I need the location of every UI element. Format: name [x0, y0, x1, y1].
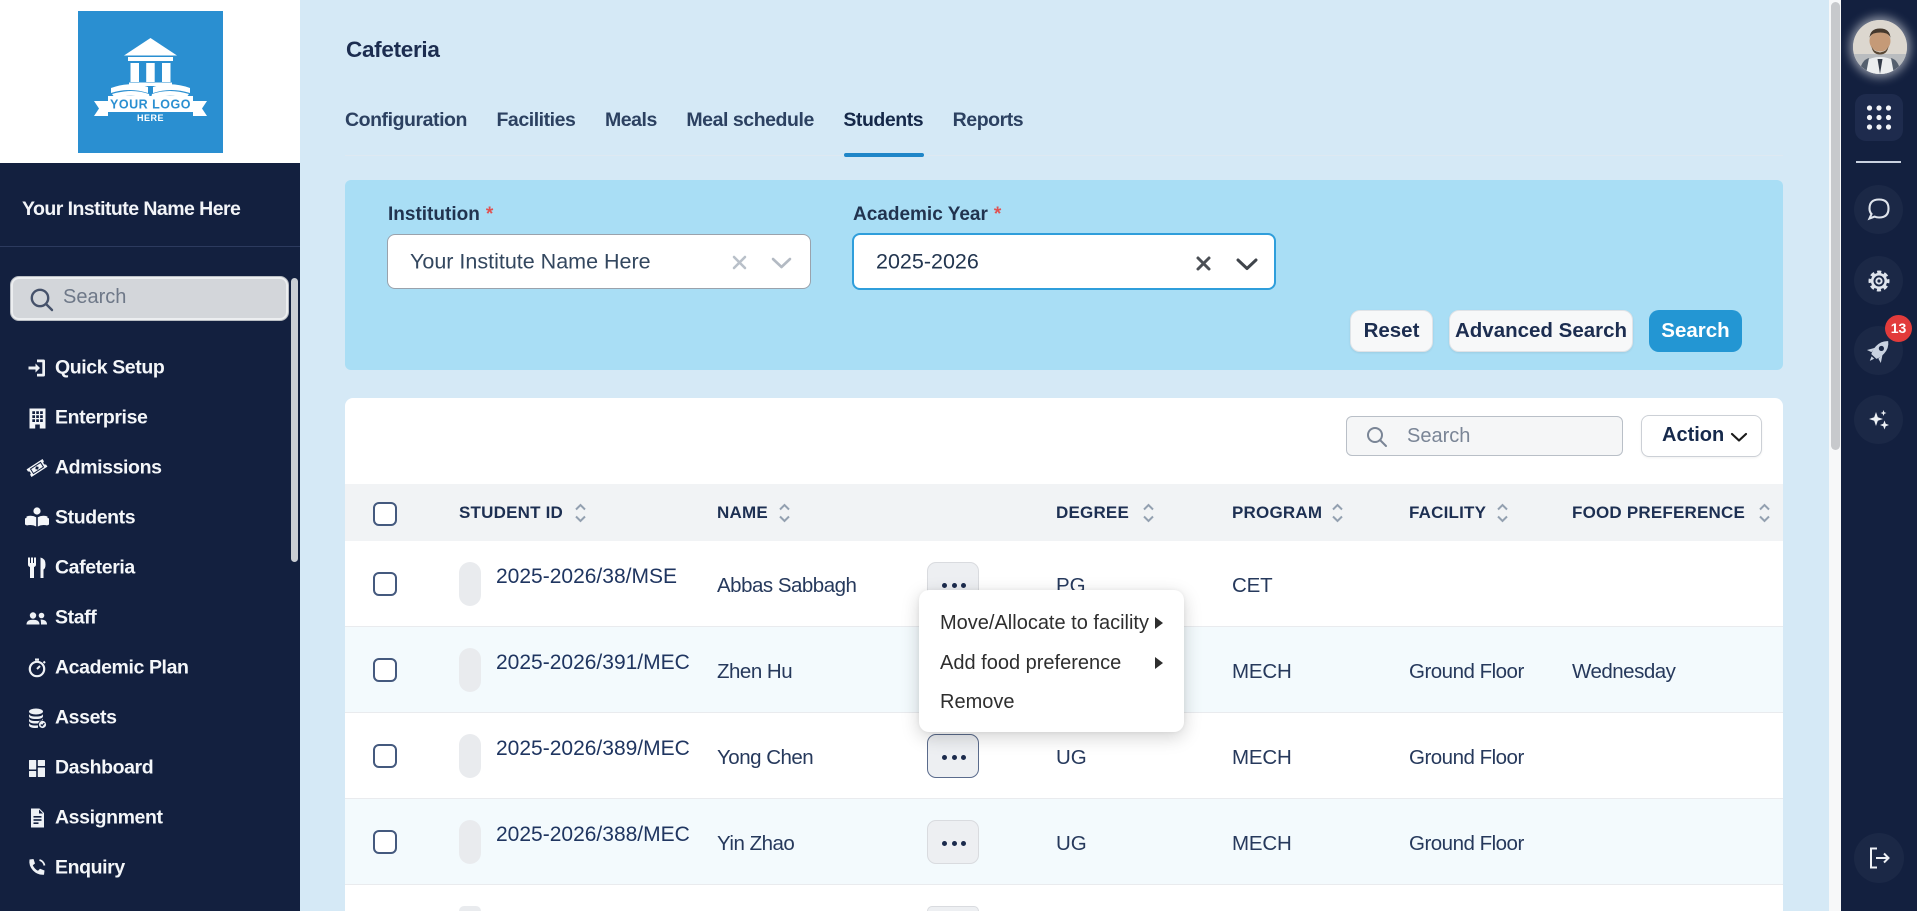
svg-text:YOUR LOGO: YOUR LOGO — [110, 98, 191, 112]
svg-text:HERE: HERE — [137, 113, 164, 123]
